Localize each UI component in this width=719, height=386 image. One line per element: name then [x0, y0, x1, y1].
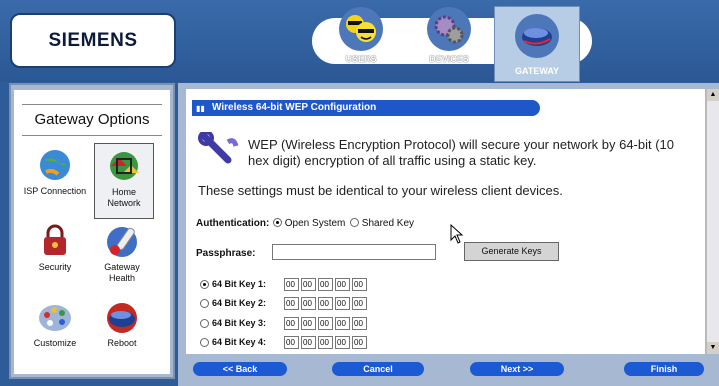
auth-shared-key-label: Shared Key — [361, 218, 415, 229]
key-4-byte-1[interactable]: 00 — [284, 335, 299, 349]
scroll-down-icon[interactable]: ▼ — [707, 342, 719, 354]
cancel-button[interactable]: Cancel — [332, 362, 424, 376]
isp-connection-icon — [40, 150, 70, 180]
tab-gateway-label: GATEWAY — [514, 66, 559, 76]
scroll-up-icon[interactable]: ▲ — [707, 89, 719, 101]
key-row-3: 64 Bit Key 3: 00 00 00 00 00 — [200, 316, 369, 330]
description-text: WEP (Wireless Encryption Protocol) will … — [248, 137, 675, 168]
key-4-radio[interactable] — [200, 337, 209, 347]
divider — [22, 135, 162, 136]
auth-open-system-radio[interactable]: Open System — [273, 218, 345, 229]
reboot-icon — [107, 303, 137, 333]
gateway-health-icon — [107, 227, 137, 257]
auth-shared-key-radio[interactable]: Shared Key — [350, 218, 414, 229]
key-4-byte-3[interactable]: 00 — [318, 335, 333, 349]
devices-icon — [427, 7, 471, 51]
divider — [22, 104, 162, 105]
sidebar-item-label: Customize — [33, 338, 77, 348]
key-3-byte-1[interactable]: 00 — [284, 316, 299, 330]
key-row-2: 64 Bit Key 2: 00 00 00 00 00 — [200, 296, 369, 310]
tab-devices-label: DEVICES — [429, 54, 469, 64]
users-icon — [339, 7, 383, 51]
key-row-4: 64 Bit Key 4: 00 00 00 00 00 — [200, 335, 369, 349]
section-title: Wireless 64-bit WEP Configuration — [192, 100, 540, 116]
customize-icon — [39, 305, 71, 331]
sidebar-item-security[interactable]: Security — [23, 222, 87, 294]
radio-selected-icon[interactable] — [273, 218, 282, 227]
key-2-byte-2[interactable]: 00 — [301, 296, 316, 310]
key-1-byte-4[interactable]: 00 — [335, 277, 350, 291]
note-text: These settings must be identical to your… — [198, 183, 563, 198]
key-label: 64 Bit Key 2: — [212, 298, 267, 308]
key-3-byte-2[interactable]: 00 — [301, 316, 316, 330]
sidebar-item-isp-connection[interactable]: ISP Connection — [23, 146, 87, 218]
mouse-cursor-icon — [450, 224, 464, 244]
key-3-byte-4[interactable]: 00 — [335, 316, 350, 330]
key-3-byte-5[interactable]: 00 — [352, 316, 367, 330]
key-label: 64 Bit Key 4: — [212, 337, 267, 347]
key-1-radio[interactable] — [200, 279, 209, 289]
sidebar-item-home-network[interactable]: Home Network — [94, 143, 154, 219]
home-network-icon — [110, 152, 139, 180]
passphrase-label: Passphrase: — [196, 248, 256, 259]
brand-logo: SIEMENS — [10, 13, 176, 68]
next-button[interactable]: Next >> — [470, 362, 564, 376]
gateway-icon — [515, 14, 559, 58]
tab-users[interactable]: USERS — [326, 6, 396, 78]
key-2-byte-3[interactable]: 00 — [318, 296, 333, 310]
tab-devices[interactable]: DEVICES — [414, 6, 484, 78]
radio-unselected-icon[interactable] — [350, 218, 359, 227]
passphrase-input[interactable] — [272, 244, 436, 260]
key-2-byte-4[interactable]: 00 — [335, 296, 350, 310]
sidebar-item-label: Reboot — [107, 338, 137, 348]
generate-keys-button[interactable]: Generate Keys — [464, 242, 559, 261]
authentication-label: Authentication: — [196, 218, 270, 229]
sidebar-item-label: Home Network — [107, 187, 141, 208]
key-3-radio[interactable] — [200, 318, 209, 328]
key-2-radio[interactable] — [200, 298, 209, 308]
auth-open-system-label: Open System — [284, 218, 346, 229]
finish-button[interactable]: Finish — [624, 362, 704, 376]
key-3-byte-3[interactable]: 00 — [318, 316, 333, 330]
security-icon — [44, 224, 66, 255]
key-4-byte-5[interactable]: 00 — [352, 335, 367, 349]
key-2-byte-1[interactable]: 00 — [284, 296, 299, 310]
key-label: 64 Bit Key 1: — [212, 279, 267, 289]
key-2-byte-5[interactable]: 00 — [352, 296, 367, 310]
sidebar-item-label: ISP Connection — [23, 186, 87, 196]
tab-gateway[interactable]: GATEWAY — [494, 6, 580, 82]
vertical-scrollbar[interactable]: ▲ ▼ — [706, 89, 719, 354]
key-1-byte-3[interactable]: 00 — [318, 277, 333, 291]
sidebar-item-label: Security — [38, 262, 72, 272]
key-row-1: 64 Bit Key 1: 00 00 00 00 00 — [200, 277, 369, 291]
key-4-byte-2[interactable]: 00 — [301, 335, 316, 349]
tab-users-label: USERS — [345, 54, 377, 64]
sidebar-item-customize[interactable]: Customize — [23, 298, 87, 370]
sidebar-title: Gateway Options — [34, 111, 150, 128]
key-1-byte-2[interactable]: 00 — [301, 277, 316, 291]
sidebar-item-gateway-health[interactable]: Gateway Health — [90, 222, 154, 294]
signal-bars-icon: ▮▮ — [196, 104, 205, 113]
back-button[interactable]: << Back — [193, 362, 287, 376]
key-1-byte-5[interactable]: 00 — [352, 277, 367, 291]
sidebar-item-reboot[interactable]: Reboot — [90, 298, 154, 370]
key-4-byte-4[interactable]: 00 — [335, 335, 350, 349]
key-1-byte-1[interactable]: 00 — [284, 277, 299, 291]
key-label: 64 Bit Key 3: — [212, 318, 267, 328]
sidebar-item-label: Gateway Health — [104, 262, 140, 283]
wrench-icon — [198, 132, 239, 164]
